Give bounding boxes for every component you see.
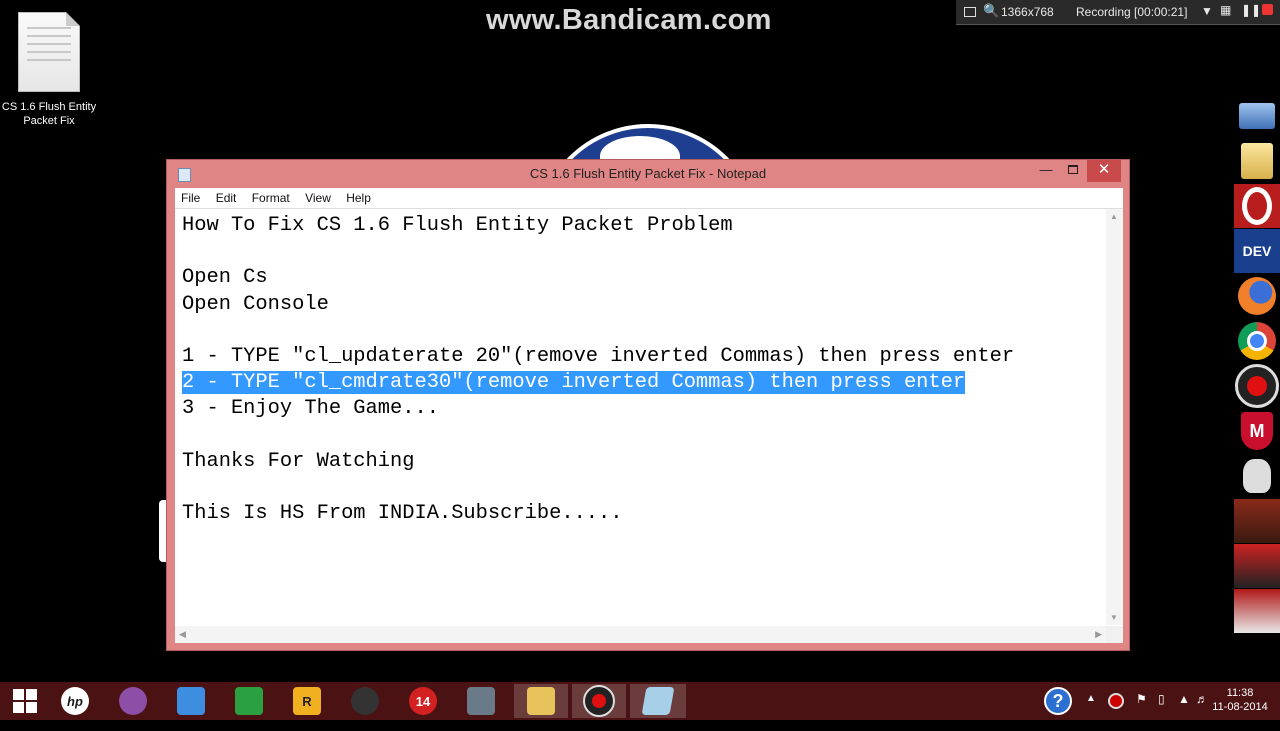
desktop-file-icon[interactable]: CS 1.6 Flush Entity Packet Fix [0, 10, 98, 128]
help-icon[interactable]: ? [1044, 682, 1072, 720]
taskbar: hp R 14 ? ▲ ⚑ ▯ ▲ ♬ 11:38 11-08-2014 [0, 682, 1280, 720]
stop-record-icon[interactable] [1262, 4, 1273, 15]
notepad-icon[interactable] [178, 168, 191, 182]
text-line-content: Thanks For Watching [182, 449, 415, 473]
clock-date: 11-08-2014 [1212, 701, 1268, 713]
folder-icon[interactable] [1234, 139, 1280, 183]
text-line: How To Fix CS 1.6 Flush Entity Packet Pr… [182, 213, 1014, 239]
vertical-scrollbar[interactable]: ▲ ▼ [1106, 209, 1123, 625]
resize-grip[interactable] [1106, 626, 1123, 643]
desktop-dock: DEV M [1234, 94, 1280, 634]
text-line-selected: 2 - TYPE "cl_cmdrate30"(remove inverted … [182, 370, 1014, 396]
text-line: This Is HS From INDIA.Subscribe..... [182, 501, 1014, 527]
bittorrent-icon[interactable] [108, 684, 158, 718]
rockstar-icon[interactable]: R [282, 684, 332, 718]
store-icon[interactable] [224, 684, 274, 718]
badge-14-label: 14 [409, 687, 437, 715]
devcpp-label: DEV [1242, 243, 1272, 259]
document-text[interactable]: How To Fix CS 1.6 Flush Entity Packet Pr… [182, 213, 1014, 527]
text-line: 3 - Enjoy The Game... [182, 396, 1014, 422]
system-clock[interactable]: 11:38 11-08-2014 [1200, 686, 1280, 714]
bandicam-watermark: www.Bandicam.com [486, 4, 772, 36]
close-button[interactable]: ✕ [1087, 160, 1121, 182]
scroll-up-icon[interactable]: ▲ [1110, 212, 1118, 221]
ninja-icon[interactable] [340, 684, 390, 718]
text-line-content: 1 - TYPE "cl_updaterate 20"(remove inver… [182, 344, 1015, 368]
network-signal-icon[interactable]: ▲ [1178, 692, 1190, 730]
scroll-down-icon[interactable]: ▼ [1110, 613, 1118, 622]
text-line-content: Open Cs [182, 266, 268, 290]
pdf-14-icon[interactable]: 14 [398, 684, 448, 718]
mcafee-icon[interactable]: M [1234, 409, 1280, 453]
selected-text: 2 - TYPE "cl_cmdrate30"(remove inverted … [182, 371, 966, 395]
record-icon[interactable] [1234, 364, 1280, 408]
dropdown-arrow-icon[interactable]: ▼ [1201, 4, 1213, 18]
ghost-skull-icon[interactable] [1234, 454, 1280, 498]
recording-status-text: Recording [00:00:21] [1076, 5, 1188, 19]
show-hidden-icons[interactable]: ▲ [1086, 693, 1096, 731]
battery-icon[interactable]: ▯ [1158, 692, 1165, 730]
opera-icon[interactable] [1234, 184, 1280, 228]
racing-game-icon[interactable] [1234, 544, 1280, 588]
bandicam-recording-bar: 🔍 1366x768 Recording [00:00:21] ▼ ▦ ❚❚ [956, 0, 1280, 25]
text-editor-area[interactable]: How To Fix CS 1.6 Flush Entity Packet Pr… [175, 208, 1123, 643]
scroll-right-icon[interactable]: ▶ [1095, 629, 1102, 640]
file-explorer-icon[interactable] [514, 684, 568, 718]
text-line: 1 - TYPE "cl_updaterate 20"(remove inver… [182, 344, 1014, 370]
dmc-icon[interactable] [1234, 589, 1280, 633]
chrome-icon[interactable] [1234, 319, 1280, 363]
text-line [182, 318, 1014, 344]
computer-icon[interactable] [1234, 94, 1280, 138]
tray-record-icon[interactable] [1108, 693, 1124, 731]
menu-file[interactable]: File [175, 188, 206, 208]
mcafee-label: M [1249, 420, 1265, 441]
counterstrike-icon[interactable] [456, 684, 506, 718]
menu-format[interactable]: Format [246, 188, 296, 208]
notepad-window[interactable]: CS 1.6 Flush Entity Packet Fix - Notepad… [166, 159, 1130, 651]
devcpp-icon[interactable]: DEV [1234, 229, 1280, 273]
pause-icon[interactable]: ❚❚ [1241, 3, 1261, 17]
text-line: Thanks For Watching [182, 449, 1014, 475]
text-line: Open Console [182, 292, 1014, 318]
text-line-content: Open Console [182, 292, 329, 316]
text-file-icon [18, 12, 80, 92]
text-line [182, 475, 1014, 501]
menu-bar: File Edit Format View Help [175, 188, 1123, 208]
minimize-button[interactable]: — [1033, 160, 1059, 182]
text-line [182, 423, 1014, 449]
window-select-icon[interactable] [964, 6, 976, 20]
maxpayne-icon[interactable] [1234, 499, 1280, 543]
network-icon[interactable] [166, 684, 216, 718]
camera-icon[interactable]: ▦ [1220, 3, 1231, 17]
clock-time: 11:38 [1226, 687, 1254, 699]
text-line-content: How To Fix CS 1.6 Flush Entity Packet Pr… [182, 214, 733, 237]
resolution-text: 1366x768 [1001, 5, 1054, 19]
text-line-content: This Is HS From INDIA.Subscribe..... [182, 502, 623, 526]
horizontal-scrollbar[interactable]: ◀ ▶ [175, 626, 1106, 643]
bandicam-icon[interactable] [572, 684, 626, 718]
text-line-content: 3 - Enjoy The Game... [182, 397, 439, 421]
rockstar-label: R [293, 687, 321, 715]
scroll-left-icon[interactable]: ◀ [179, 629, 186, 640]
hp-icon[interactable]: hp [50, 684, 100, 718]
notepad-icon[interactable] [630, 684, 686, 718]
maximize-button[interactable] [1060, 160, 1086, 182]
windows-start-icon[interactable] [0, 684, 50, 718]
window-title: CS 1.6 Flush Entity Packet Fix - Notepad [529, 166, 767, 181]
desktop-file-label: CS 1.6 Flush Entity Packet Fix [1, 101, 97, 127]
menu-help[interactable]: Help [340, 188, 377, 208]
action-center-flag-icon[interactable]: ⚑ [1136, 692, 1147, 730]
menu-view[interactable]: View [299, 188, 337, 208]
firefox-icon[interactable] [1234, 274, 1280, 318]
menu-edit[interactable]: Edit [210, 188, 243, 208]
text-line [182, 239, 1014, 265]
text-line: Open Cs [182, 265, 1014, 291]
zoom-icon[interactable]: 🔍 [983, 3, 999, 19]
